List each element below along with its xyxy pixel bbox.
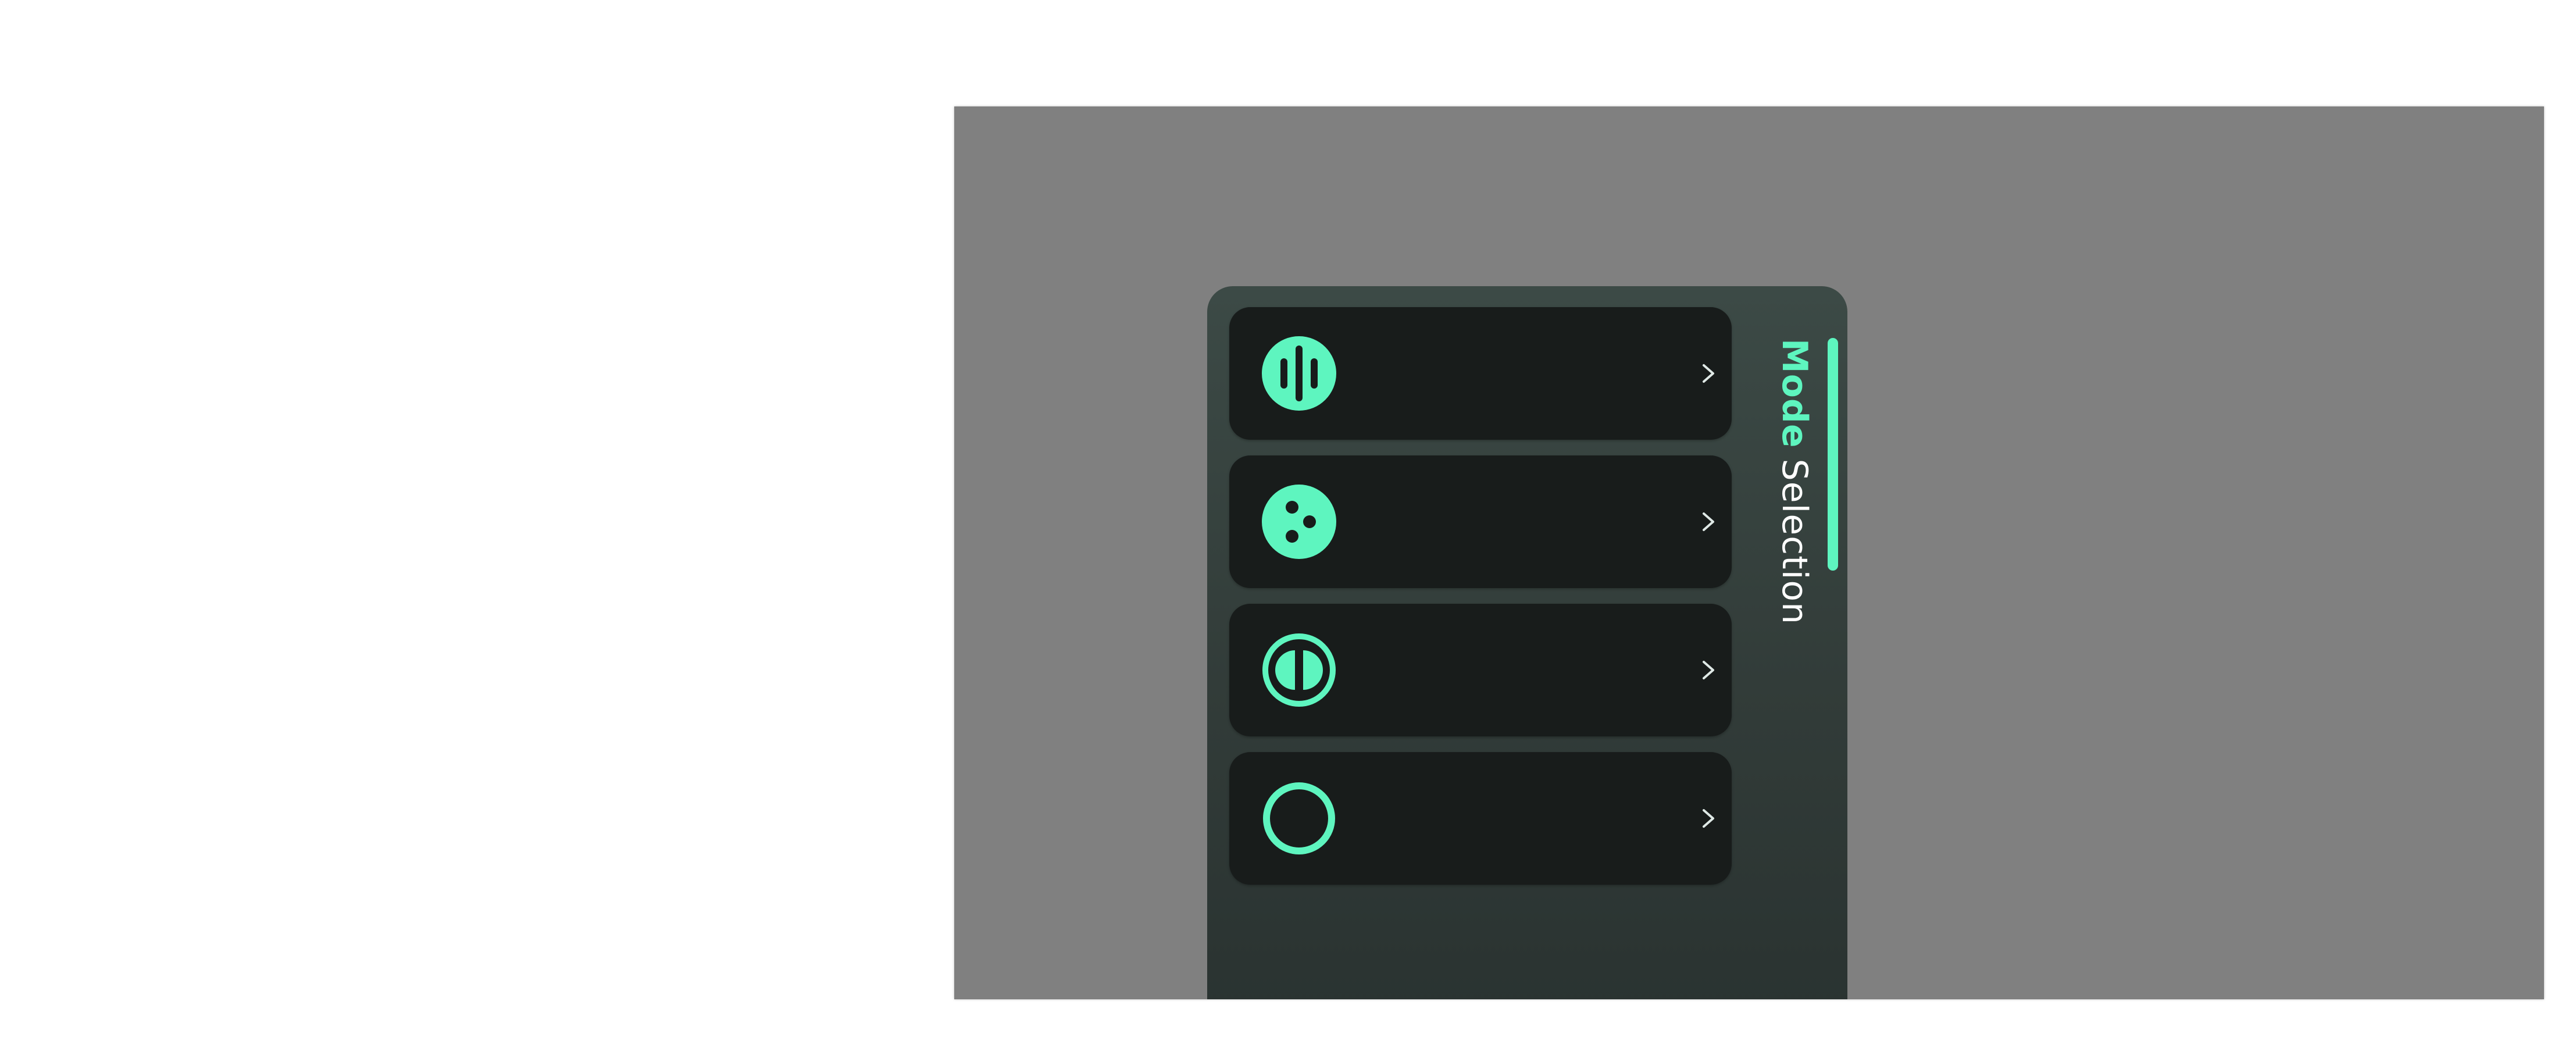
- split-circle-icon: [1262, 633, 1336, 707]
- three-dots-icon: [1262, 485, 1336, 559]
- mode-list: [1229, 307, 1732, 900]
- panel-title: Mode Selection: [1774, 339, 1815, 625]
- chevron-right-icon: [1696, 509, 1721, 535]
- ring-icon: [1262, 781, 1336, 856]
- chevron-right-icon: [1696, 361, 1721, 386]
- modal-overlay: Mode Selection: [954, 106, 2544, 999]
- equalizer-bars-icon: [1262, 336, 1336, 411]
- mode-option-4[interactable]: [1229, 752, 1732, 885]
- mode-selection-panel: Mode Selection: [1207, 286, 1847, 999]
- mode-option-1[interactable]: [1229, 307, 1732, 440]
- panel-title-selection: Selection: [1774, 458, 1815, 625]
- chevron-right-icon: [1696, 657, 1721, 683]
- mode-option-3[interactable]: [1229, 604, 1732, 736]
- panel-title-mode: Mode: [1774, 339, 1815, 448]
- chevron-right-icon: [1696, 806, 1721, 831]
- scrollbar-thumb[interactable]: [1828, 338, 1838, 571]
- mode-option-2[interactable]: [1229, 455, 1732, 588]
